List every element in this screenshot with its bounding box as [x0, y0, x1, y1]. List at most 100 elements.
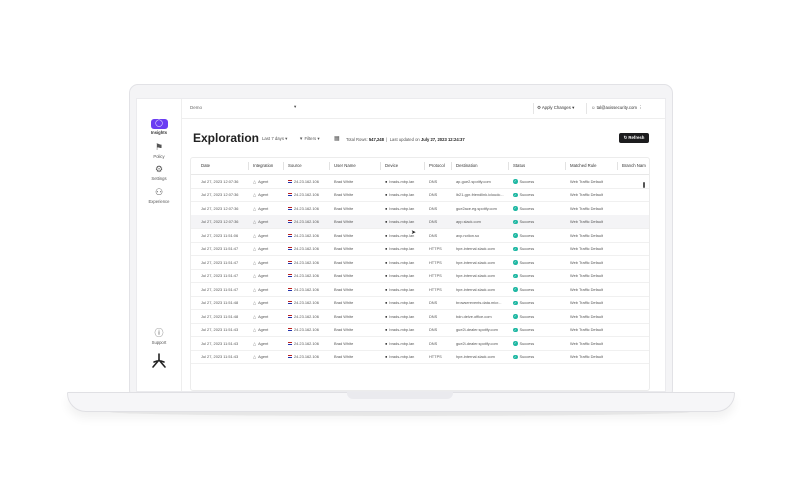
column-resize-handle[interactable] [380, 162, 381, 170]
cell-text: avp.notion.so [456, 232, 480, 238]
table-row[interactable]: Jul 27, 2023 12:07:36 △ Agent 24.23.162.106… [191, 201, 649, 216]
cell-text: bdn.delve.office.com [456, 313, 492, 319]
table-row[interactable]: Jul 27, 2023 11:51:48 △ Agent 24.23.162.106… [191, 296, 649, 310]
cell-text: HTTPS [429, 259, 442, 265]
cell-text: Web Traffic Default [570, 273, 603, 278]
cell-text: hpe-internal.slack.com [456, 273, 495, 278]
refresh-button[interactable]: ↻ Refresh [619, 133, 649, 143]
cell-text: HTTPS [429, 273, 442, 278]
table-row[interactable]: Jul 27, 2023 11:51:43 △ Agent 24.23.162.106… [191, 350, 649, 364]
chevron-down-icon[interactable]: ▾ [294, 104, 296, 110]
table-row[interactable]: Jul 27, 2023 11:51:47 △ Agent 24.23.162.106… [191, 255, 649, 270]
cell-text: Agent [258, 178, 269, 184]
table-cell: ● brads-mbp.lan [385, 300, 435, 305]
table-cell: ✓ Success [513, 341, 563, 346]
table-cell: avp.notion.so [456, 233, 510, 238]
table-cell: Brad White [334, 233, 384, 238]
table-cell: Web Traffic Default [570, 287, 620, 292]
cell-text: HTTPS [429, 354, 442, 359]
column-resize-handle[interactable] [508, 162, 509, 170]
cell-text: Agent [258, 340, 269, 346]
column-header[interactable]: Date [201, 163, 210, 168]
cell-text: Success [519, 232, 535, 238]
apply-changes-button[interactable]: ⚙ Apply Changes ▾ [537, 105, 574, 111]
total-rows-value: 547,248 [368, 137, 384, 142]
table-cell: 24.23.162.106 [288, 300, 338, 305]
workspace-selector[interactable]: Demo [190, 105, 202, 110]
us-flag-icon [288, 260, 292, 264]
agent-icon: △ [253, 286, 257, 292]
table-row[interactable]: Jul 27, 2023 11:51:43 △ Agent 24.23.162.106… [191, 336, 649, 351]
apple-icon: ● [385, 340, 388, 346]
cell-text: brads-mbp.lan [389, 246, 415, 251]
sidebar-item-support[interactable]: ⓘ Support [137, 327, 181, 345]
apple-icon: ● [385, 178, 388, 184]
sidebar-item-insights[interactable]: ◯ Insights [137, 119, 181, 135]
cell-text: 24.23.162.106 [294, 219, 319, 224]
table-cell: Jul 27, 2023 11:51:43 [201, 341, 251, 346]
page-title: Exploration [193, 131, 260, 145]
us-flag-icon [288, 301, 292, 305]
table-row[interactable]: Jul 27, 2023 11:51:48 △ Agent 24.23.162.106… [191, 309, 649, 324]
cell-text: Web Traffic Default [570, 259, 603, 265]
column-resize-handle[interactable] [283, 162, 284, 170]
totals-info: Total Rows: 547,248 | Last updated on Ju… [346, 137, 465, 142]
success-check-icon: ✓ [513, 260, 518, 265]
success-check-icon: ✓ [513, 273, 518, 279]
column-resize-handle[interactable] [248, 162, 249, 170]
table-row[interactable]: Jul 27, 2023 11:51:47 △ Agent 24.23.162.106… [191, 242, 649, 256]
table-row[interactable]: Jul 27, 2023 11:51:47 △ Agent 24.23.162.106… [191, 269, 649, 283]
date-range-dropdown[interactable]: Last 7 days ▾ [262, 136, 287, 142]
table-row[interactable]: Jul 27, 2023 12:07:36 △ Agent 24.23.162.106… [191, 214, 649, 229]
sidebar-item-settings[interactable]: ⚙ Settings [137, 163, 181, 181]
cell-text: brads-mbp.lan [389, 340, 415, 346]
table-row[interactable]: Jul 27, 2023 11:51:43 △ Agent 24.23.162.106… [191, 323, 649, 337]
success-check-icon: ✓ [513, 246, 518, 252]
column-header[interactable]: Integration [253, 163, 273, 168]
table-row[interactable]: Jul 27, 2023 11:51:06 △ Agent 24.23.162.106… [191, 228, 649, 243]
table-cell: 24.23.162.106 [288, 287, 338, 292]
column-resize-handle[interactable] [565, 162, 566, 170]
table-cell: Jul 27, 2023 12:07:36 [201, 179, 251, 184]
horizontal-scrollbar[interactable] [643, 182, 645, 188]
cell-text: Web Traffic Default [570, 219, 603, 224]
us-flag-icon [288, 220, 292, 224]
column-resize-handle[interactable] [617, 162, 618, 170]
column-header[interactable]: Protocol [429, 163, 445, 168]
table-cell: Jul 27, 2023 11:51:47 [201, 287, 251, 292]
cell-text: Jul 27, 2023 11:51:43 [201, 327, 239, 332]
filters-button[interactable]: ▼ Filters ▾ [299, 136, 320, 142]
sidebar-item-experience[interactable]: ⚇ Experience [137, 186, 181, 204]
column-header[interactable]: Destination [456, 163, 478, 168]
cell-text: Jul 27, 2023 11:51:47 [201, 246, 239, 251]
column-resize-handle[interactable] [451, 162, 452, 170]
cell-text: Success [519, 300, 535, 305]
table-cell: hpe-internal.slack.com [456, 273, 510, 278]
top-header: Demo ▾ ⚙ Apply Changes ▾ ☺ tal@axissecur… [181, 99, 665, 119]
column-resize-handle[interactable] [424, 162, 425, 170]
cell-text: gue2i-dealer.spotify.com [456, 327, 498, 332]
column-header[interactable]: Status [513, 163, 525, 168]
column-header[interactable]: Matched Rule [570, 163, 597, 168]
column-header[interactable]: Source [288, 163, 302, 168]
cell-text: Jul 27, 2023 11:51:48 [201, 300, 239, 305]
column-header[interactable]: Device [385, 163, 398, 168]
cell-text: Agent [258, 205, 269, 211]
sidebar-item-label: Insights [150, 130, 168, 135]
cell-text: Brad White [334, 354, 354, 359]
cell-text: Jul 27, 2023 12:07:36 [201, 219, 239, 224]
sidebar-item-policy[interactable]: ⚑ Policy [137, 141, 181, 159]
cell-text: Success [519, 219, 535, 224]
table-row[interactable]: Jul 27, 2023 11:51:47 △ Agent 24.23.162.106… [191, 282, 649, 297]
calendar-icon[interactable]: ▦ [334, 135, 340, 142]
cell-text: Agent [258, 219, 269, 224]
cell-text: 24.23.162.106 [294, 354, 319, 359]
column-header[interactable]: User Name [334, 163, 356, 168]
column-resize-handle[interactable] [329, 162, 330, 170]
table-row[interactable]: Jul 27, 2023 12:07:36 △ Agent 24.23.162.106… [191, 188, 649, 202]
cell-text: Success [519, 205, 535, 211]
column-header[interactable]: Branch Nam [622, 163, 646, 168]
user-menu[interactable]: ☺ tal@axissecurity.com ⋮ [591, 105, 642, 111]
table-row[interactable]: Jul 27, 2023 12:07:36 △ Agent 24.23.162.106… [191, 174, 649, 189]
cell-text: hpe-internal.slack.com [456, 246, 495, 251]
